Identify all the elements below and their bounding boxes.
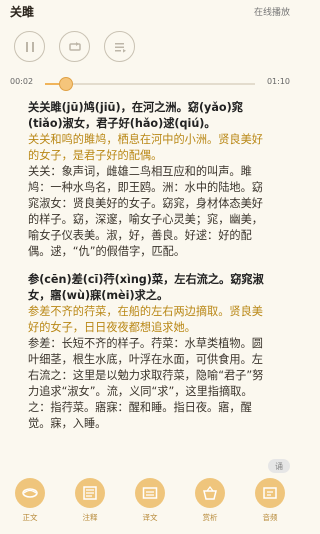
tab-label: 译文 [142,513,158,522]
tab-label: 正文 [22,513,38,522]
progress-track[interactable] [45,77,255,91]
tab-label: 注释 [82,513,98,522]
translation: 参差不齐的荇菜，在船的左右两边摘取。贤良美好的女子，日日夜夜都想追求她。 [28,305,263,334]
player-controls [14,31,135,62]
recite-button[interactable]: 诵 [268,459,290,473]
stanza-1: 关关雎(jū)鸠(jiū)，在河之洲。窈(yǎo)窕(tiǎo)淑女，君子好(h… [28,100,274,260]
poem-content: 关关雎(jū)鸠(jiū)，在河之洲。窈(yǎo)窕(tiǎo)淑女，君子好(h… [28,100,274,474]
repeat-button[interactable] [59,31,90,62]
tab-label: 赏析 [202,513,218,522]
current-time: 00:02 [10,77,34,86]
tab-audio[interactable]: 音频 [240,478,300,534]
repeat-icon [68,41,81,51]
notes-icon [75,478,105,508]
tab-text[interactable]: 正文 [0,478,60,534]
annotation: 关关：象声词，雌雄二鸟相互应和的叫声。雎鸠：一种水鸟名，即王鸥。洲：水中的陆地。… [28,165,263,258]
progress-thumb[interactable] [59,77,73,91]
page-title: 关雎 [10,4,35,19]
poem-line: 参(cēn)差(cī)荇(xìng)菜，左右流之。窈窕淑女，寤(wù)寐(mèi… [28,273,264,302]
text-icon [15,478,45,508]
tab-label: 音频 [262,513,278,522]
tab-translation[interactable]: 译文 [120,478,180,534]
playback-status: 在线播放 [253,7,290,18]
pause-icon [25,41,34,52]
tab-notes[interactable]: 注释 [60,478,120,534]
analysis-icon [195,478,225,508]
audio-icon [255,478,285,508]
top-bar: 关雎 在线播放 [0,0,300,22]
stanza-2: 参(cēn)差(cī)荇(xìng)菜，左右流之。窈窕淑女，寤(wù)寐(mèi… [28,272,274,432]
playlist-button[interactable] [104,31,135,62]
translation-icon [135,478,165,508]
annotation: 参差：长短不齐的样子。荇菜：水草类植物。圆叶细茎，根生水底，叶浮在水面，可供食用… [28,337,264,430]
poem-line: 关关雎(jū)鸠(jiū)，在河之洲。窈(yǎo)窕(tiǎo)淑女，君子好(h… [28,101,243,130]
progress-bar: 00:02 01:10 [10,75,290,93]
bottom-nav: 正文 注释 译文 赏析 音频 [0,478,300,534]
total-time: 01:10 [266,77,290,86]
menu-list-icon [114,42,126,53]
tab-analysis[interactable]: 赏析 [180,478,240,534]
translation: 关关和鸣的雎鸠，栖息在河中的小洲。贤良美好的女子，是君子好的配偶。 [28,133,263,162]
pause-button[interactable] [14,31,45,62]
